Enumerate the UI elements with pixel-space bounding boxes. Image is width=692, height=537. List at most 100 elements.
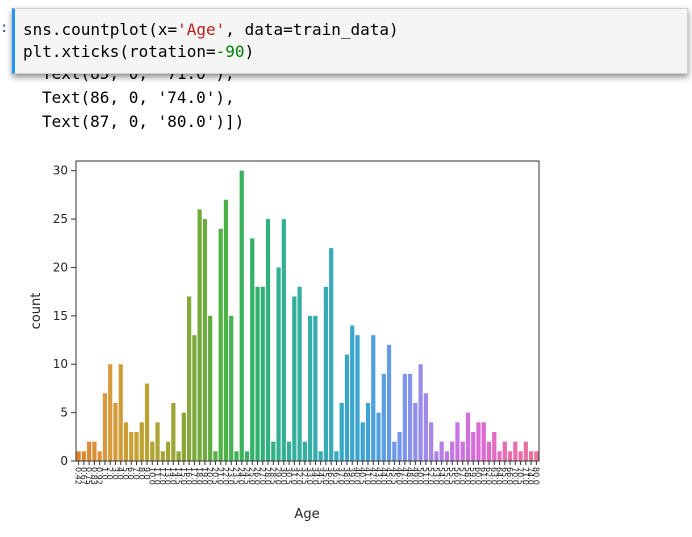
y-tick-label: 25 — [53, 212, 68, 226]
bar-7.0 — [134, 431, 139, 461]
bar-50.0 — [418, 364, 423, 461]
bar-39.0 — [350, 325, 355, 461]
bar-14.0 — [171, 402, 176, 461]
bar-44.0 — [381, 373, 386, 461]
code-line-1: sns.countplot(x='Age', data=train_data) — [23, 20, 399, 39]
code-line-1-string: 'Age' — [177, 20, 226, 39]
bar-65.0 — [502, 441, 507, 461]
bar-0.42 — [76, 451, 81, 461]
bar-26.0 — [255, 286, 260, 461]
bar-62.0 — [486, 441, 492, 461]
bar-16.0 — [187, 296, 192, 461]
code-line-2-rest: ) — [244, 42, 255, 61]
bar-13.0 — [165, 441, 171, 461]
bar-56.0 — [455, 422, 460, 461]
y-tick-label: 0 — [60, 454, 68, 468]
bar-45.0 — [386, 344, 392, 461]
x-ticks-group: 0.420.670.750.830.921.02.03.04.05.06.07.… — [74, 461, 540, 485]
bar-37.0 — [339, 402, 344, 461]
y-tick-label: 5 — [60, 406, 68, 420]
bar-59.0 — [471, 431, 476, 461]
bar-21.0 — [218, 228, 223, 461]
y-tick-label: 10 — [53, 357, 68, 371]
bar-61.0 — [481, 422, 486, 461]
bar-49.0 — [413, 402, 418, 461]
code-line-1-rest: , data=train_data) — [225, 20, 399, 39]
bar-0.92 — [97, 451, 102, 461]
bar-42.0 — [371, 335, 376, 461]
bar-60.0 — [476, 422, 481, 461]
bar-35.0 — [323, 286, 329, 461]
bars-group — [76, 170, 539, 461]
bar-70.5 — [518, 451, 523, 461]
code-line-2: plt.xticks(rotation=-90) — [23, 42, 254, 61]
bar-52.0 — [429, 422, 434, 461]
bar-11.0 — [155, 422, 160, 461]
bar-22.0 — [223, 199, 229, 461]
bar-53.0 — [434, 451, 439, 461]
bar-9.0 — [144, 383, 150, 461]
bar-41.0 — [365, 402, 371, 461]
bar-40.0 — [355, 335, 360, 461]
bar-32.5 — [302, 441, 307, 461]
code-line-1-call: sns.countplot(x= — [23, 20, 178, 39]
bar-58.0 — [465, 412, 471, 461]
code-editor[interactable]: sns.countplot(x='Age', data=train_data) … — [23, 19, 399, 63]
bar-54.0 — [439, 441, 444, 461]
bar-55.5 — [450, 441, 455, 461]
bar-57.0 — [460, 441, 465, 461]
bar-30.0 — [281, 219, 286, 461]
output-line-2: Text(86, 0, '74.0'), — [42, 88, 235, 107]
bar-43.0 — [376, 412, 381, 461]
bar-17.0 — [192, 335, 197, 461]
bar-47.0 — [402, 373, 407, 461]
bar-45.5 — [392, 441, 397, 461]
bar-46.0 — [397, 431, 402, 461]
bar-28.5 — [271, 441, 276, 461]
bar-14.5 — [176, 451, 181, 461]
bar-32.0 — [297, 286, 302, 461]
bar-20.5 — [213, 451, 218, 461]
bar-38.0 — [344, 354, 350, 461]
bar-48.0 — [407, 373, 413, 461]
bar-8.0 — [139, 422, 144, 461]
bar-70.0 — [513, 441, 518, 461]
bar-30.5 — [286, 441, 292, 461]
x-axis-label: Age — [294, 507, 319, 522]
bar-34.0 — [313, 315, 318, 461]
bar-4.0 — [118, 364, 123, 461]
code-line-2-number: -90 — [215, 42, 245, 61]
bar-66.0 — [507, 451, 513, 461]
bar-0.83 — [92, 441, 97, 461]
bar-40.5 — [360, 422, 365, 461]
bar-1.0 — [102, 393, 108, 461]
bar-15.0 — [181, 412, 186, 461]
bar-18.0 — [197, 209, 202, 461]
bar-64.0 — [497, 451, 502, 461]
y-tick-label: 30 — [53, 164, 68, 178]
bar-12.0 — [160, 451, 165, 461]
bar-25.0 — [250, 238, 255, 461]
bar-27.0 — [260, 286, 265, 461]
bar-23.5 — [234, 451, 239, 461]
bar-74.0 — [529, 451, 534, 461]
bar-28.0 — [265, 219, 271, 461]
y-tick-label: 15 — [53, 309, 68, 323]
bar-19.0 — [202, 219, 208, 461]
bar-63.0 — [492, 431, 497, 461]
y-ticks-group: 0 5 10 15 20 25 30 — [53, 164, 76, 468]
bar-24.0 — [239, 170, 244, 461]
bar-23.0 — [229, 315, 234, 461]
bar-20.0 — [208, 315, 213, 461]
bar-0.75 — [87, 441, 92, 461]
bar-10.0 — [150, 441, 155, 461]
y-axis-label: count — [29, 293, 44, 330]
bar-31.0 — [292, 296, 297, 461]
bar-5.0 — [123, 422, 129, 461]
bar-71.0 — [523, 441, 528, 461]
bar-36.0 — [329, 248, 334, 461]
bar-55.0 — [444, 451, 450, 461]
code-cell[interactable]: sns.countplot(x='Age', data=train_data) … — [12, 8, 688, 74]
bar-34.5 — [318, 451, 323, 461]
y-tick-label: 20 — [53, 260, 68, 274]
